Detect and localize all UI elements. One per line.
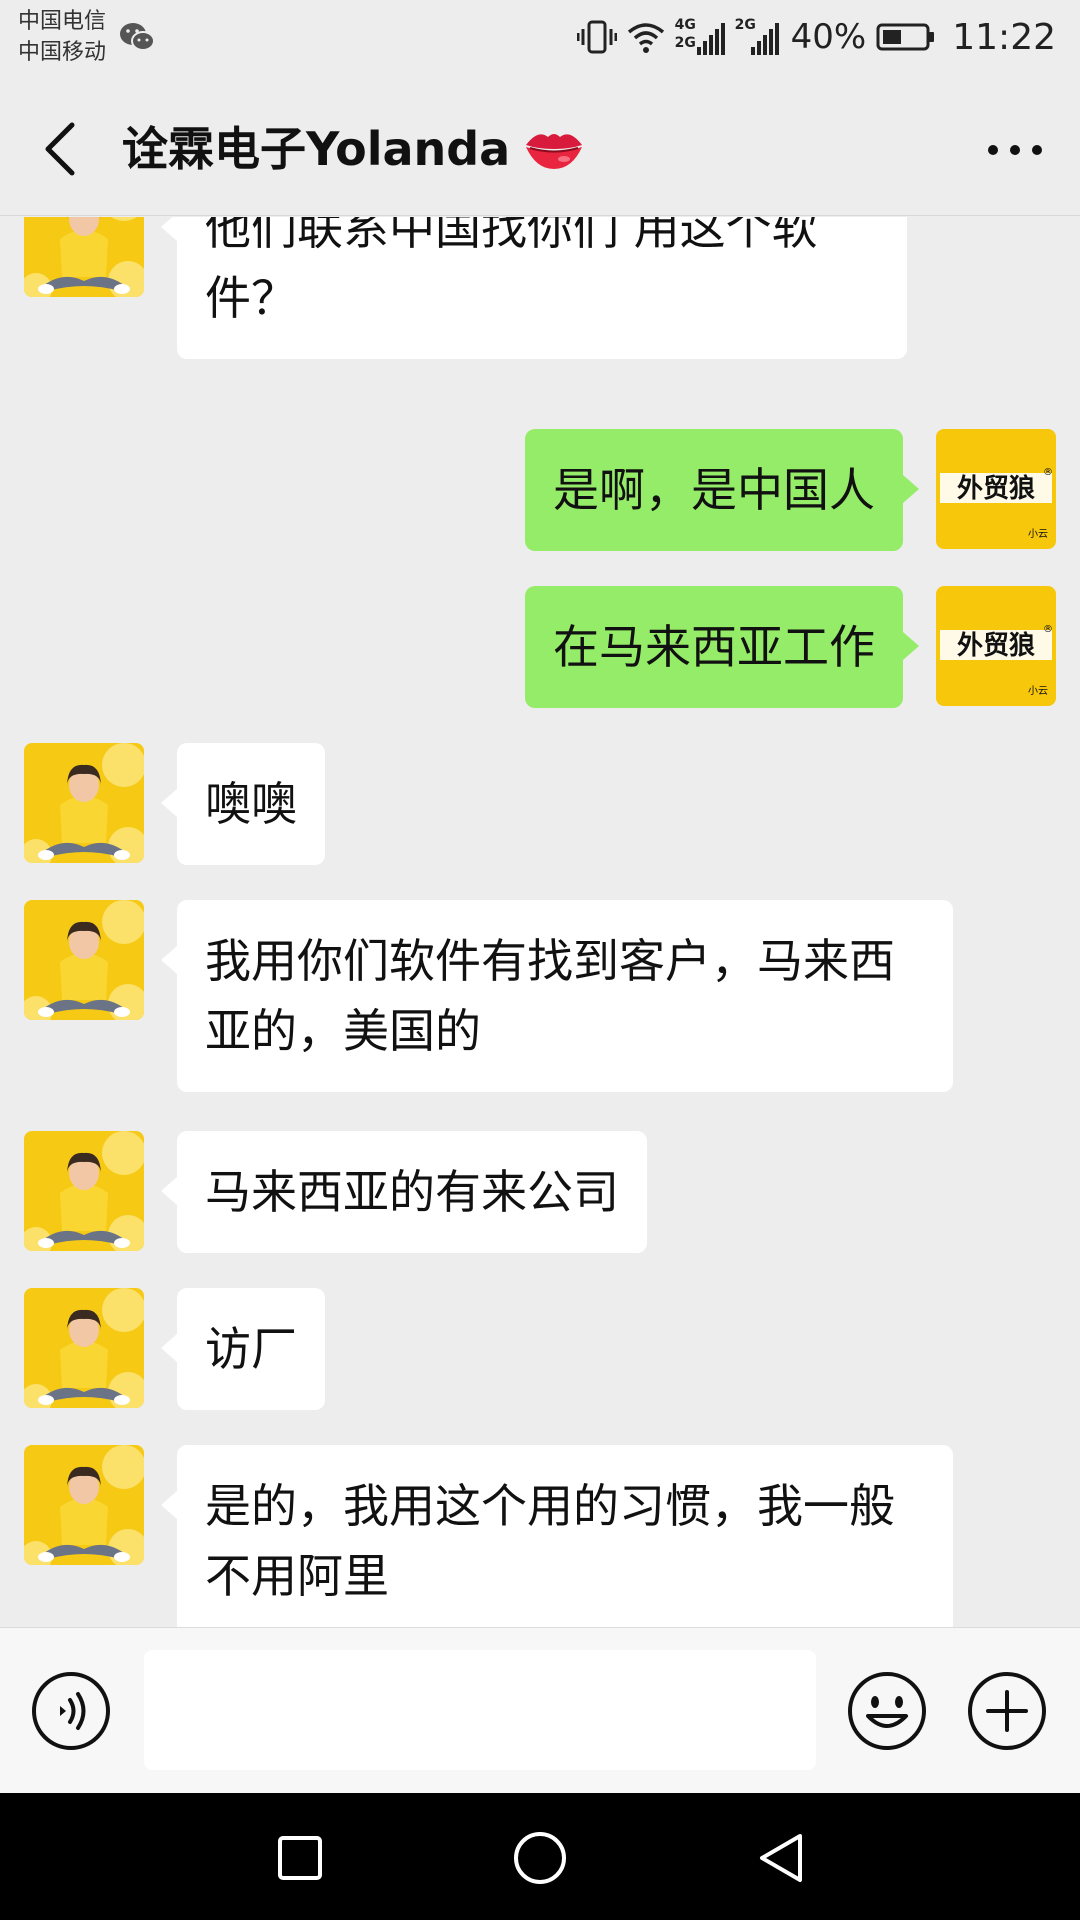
brand-avatar-main: 外贸狼: [957, 473, 1035, 504]
contact-avatar[interactable]: [24, 1445, 144, 1565]
message-row: 马来西亚的有来公司: [0, 1131, 1080, 1253]
emoji-button[interactable]: [846, 1670, 928, 1752]
system-nav-bar: [0, 1793, 1080, 1920]
chat-header: 诠霖电子Yolanda: [0, 78, 1080, 216]
home-button[interactable]: [505, 1823, 575, 1893]
more-functions-button[interactable]: [966, 1670, 1048, 1752]
avatar-image: 外贸狼 ® 小云: [936, 586, 1056, 706]
my-avatar[interactable]: 外贸狼 ® 小云: [936, 586, 1056, 706]
message-row: 我用你们软件有找到客户，马来西亚的，美国的: [0, 900, 1080, 1096]
avatar-image: [24, 1131, 144, 1251]
avatar-image: [24, 900, 144, 1020]
contact-avatar[interactable]: [24, 217, 144, 297]
message-bubble[interactable]: 是啊，是中国人: [525, 429, 919, 551]
message-input[interactable]: [144, 1650, 816, 1770]
message-row: 他们联系中国找你们 用这个软件？: [0, 217, 1080, 359]
circle-icon: [514, 1832, 566, 1884]
carrier-labels: 中国电信 中国移动: [18, 6, 106, 68]
message-row: 访厂: [0, 1288, 1080, 1410]
status-icons: 4G 2G 2G 40% 11:22: [576, 14, 1056, 60]
wifi-icon: [627, 23, 664, 53]
status-bar: 中国电信 中国移动 4G 2G 2G 40% 11:22: [0, 0, 1080, 78]
emoji-icon: [848, 1672, 926, 1750]
voice-icon: [32, 1672, 110, 1750]
triangle-back-icon: [760, 1834, 802, 1882]
signal-bars-icon: [696, 23, 725, 55]
back-button[interactable]: [30, 114, 90, 184]
chat-title-text: 诠霖电子Yolanda: [122, 122, 511, 176]
message-list[interactable]: 他们联系中国找你们 用这个软件？ 是啊，是中国人 外贸狼 ® 小云 在马来西亚工…: [0, 217, 1080, 1627]
carrier-2: 中国移动: [18, 40, 107, 65]
carrier-1: 中国电信: [18, 9, 107, 34]
brand-avatar-mark: ®: [1043, 624, 1053, 635]
message-bubble[interactable]: 是的，我用这个用的习惯，我一般不用阿里: [161, 1445, 953, 1627]
message-row: 是的，我用这个用的习惯，我一般不用阿里: [0, 1445, 1080, 1627]
input-bar: [0, 1627, 1080, 1793]
message-bubble[interactable]: 我用你们软件有找到客户，马来西亚的，美国的: [161, 900, 953, 1092]
brand-avatar-main: 外贸狼: [957, 630, 1035, 661]
more-dots-icon: [988, 145, 1042, 155]
square-icon: [278, 1836, 322, 1880]
network-type-1b: 2G: [674, 35, 696, 51]
contact-avatar[interactable]: [24, 1131, 144, 1251]
signal-bars-icon: [750, 23, 779, 55]
avatar-image: [24, 1445, 144, 1565]
contact-avatar[interactable]: [24, 743, 144, 863]
clock: 11:22: [952, 16, 1056, 58]
message-row: 在马来西亚工作 外贸狼 ® 小云: [0, 586, 1080, 708]
more-button[interactable]: [980, 128, 1050, 172]
contact-avatar[interactable]: [24, 1288, 144, 1408]
recent-apps-button[interactable]: [265, 1823, 335, 1893]
back-nav-button[interactable]: [745, 1823, 815, 1893]
message-bubble[interactable]: 在马来西亚工作: [525, 586, 919, 708]
voice-button[interactable]: [30, 1670, 112, 1752]
message-bubble[interactable]: 马来西亚的有来公司: [161, 1131, 647, 1253]
chevron-left-icon: [45, 122, 75, 176]
wechat-icon: [120, 23, 155, 51]
my-avatar[interactable]: 外贸狼 ® 小云: [936, 429, 1056, 549]
plus-icon: [968, 1672, 1046, 1750]
battery-icon: [876, 23, 935, 51]
message-bubble[interactable]: 他们联系中国找你们 用这个软件？: [161, 217, 907, 359]
vibrate-icon: [576, 20, 617, 54]
message-row: 噢噢: [0, 743, 1080, 865]
message-bubble[interactable]: 访厂: [161, 1288, 325, 1410]
avatar-image: [24, 743, 144, 863]
message-row: 是啊，是中国人 外贸狼 ® 小云: [0, 429, 1080, 551]
chat-title: 诠霖电子Yolanda: [122, 116, 584, 182]
signal-1: 4G 2G: [675, 17, 725, 57]
message-bubble[interactable]: 噢噢: [161, 743, 325, 865]
network-type-1: 4G: [674, 17, 696, 33]
brand-avatar-sub: 小云: [1028, 528, 1048, 540]
battery-percent: 40%: [790, 17, 867, 57]
brand-avatar-sub: 小云: [1028, 685, 1048, 697]
contact-avatar[interactable]: [24, 900, 144, 1020]
avatar-image: [24, 1288, 144, 1408]
avatar-image: [24, 217, 144, 297]
brand-avatar-mark: ®: [1043, 467, 1053, 478]
kiss-lips-icon: [526, 134, 583, 169]
signal-2: 2G: [735, 17, 781, 57]
avatar-image: 外贸狼 ® 小云: [936, 429, 1056, 549]
